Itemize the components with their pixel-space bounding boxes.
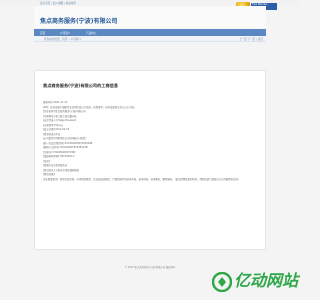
info-title: 焦点商务服务(宁波)有限公司的工商信息 — [43, 83, 119, 88]
site-header: 焦点商务服务(宁波)有限公司 — [34, 6, 266, 28]
main-nav: 首页 公司简介 产品中心 — [34, 29, 266, 36]
site-title[interactable]: 焦点商务服务(宁波)有限公司 — [40, 16, 118, 25]
content-panel: 焦点商务服务(宁波)有限公司的工商信息 更新时间:2021-11-14 声明：信… — [34, 70, 266, 250]
info-line-scope: 企业管理咨询；商务信息咨询；市场营销策划；会议及展览服务；计算机软件的技术开发、… — [43, 177, 241, 181]
watermark-logo-icon — [212, 272, 232, 292]
breadcrumb[interactable]: 您当前的位置：首页 » 公司简介 — [44, 37, 81, 41]
pager-links[interactable]: 上一页 下一页 | 首页 — [239, 37, 263, 41]
breadcrumb-bar: 您当前的位置：首页 » 公司简介 上一页 下一页 | 首页 — [34, 36, 266, 42]
watermark: 亿动网站 — [212, 270, 299, 294]
info-list: 更新时间:2021-11-14 声明：信息来源于国家企业信用信息公示系统，仅供参… — [43, 101, 259, 182]
nav-item-home[interactable]: 首页 — [40, 31, 45, 35]
nav-item-products[interactable]: 产品中心 — [86, 31, 96, 35]
top-links[interactable]: 设为首页 | 加入收藏 | 联系我们 — [40, 1, 76, 5]
watermark-text: 亿动网站 — [234, 271, 299, 290]
nav-item-about[interactable]: 公司简介 — [60, 31, 70, 35]
